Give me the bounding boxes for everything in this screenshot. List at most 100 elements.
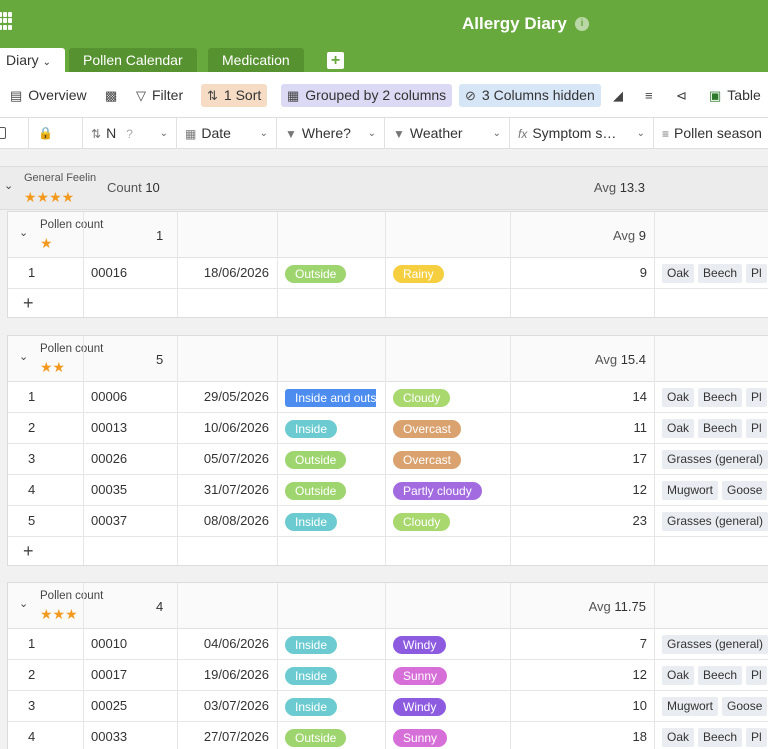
chevron-down-icon[interactable]: ⌄ — [19, 226, 28, 239]
cell-date[interactable]: 27/07/2026 — [178, 722, 269, 749]
cell-pollen-season[interactable]: Mugwort Goose — [662, 691, 768, 721]
select-all-checkbox[interactable] — [0, 118, 29, 149]
cell-pollen-season[interactable]: Oak Beech Pl — [662, 413, 768, 443]
cell-weather[interactable]: Cloudy — [393, 506, 508, 536]
chevron-down-icon[interactable]: ⌄ — [4, 179, 13, 192]
cell-date[interactable]: 18/06/2026 — [178, 258, 269, 288]
lock-icon: ▩ — [105, 88, 118, 103]
cell-date[interactable]: 03/07/2026 — [178, 691, 269, 721]
sort-button[interactable]: ⇅ 1 Sort — [201, 84, 268, 107]
cell-pollen-season[interactable]: Oak Beech Pl — [662, 382, 768, 412]
column-header-where[interactable]: ▼ Where? ⌄ — [277, 118, 385, 149]
cell-symptom-score[interactable]: 7 — [511, 629, 647, 659]
subgroup-pollen-count: ⌄ Pollen count ★★★ 4 Avg 11.75 1 00010 04/06/20… — [7, 582, 768, 749]
cell-date[interactable]: 08/08/2026 — [178, 506, 269, 536]
cell-where[interactable]: Outside — [285, 258, 377, 288]
cell-weather[interactable]: Partly cloudy — [393, 475, 508, 505]
row-height-button[interactable]: ≡ — [639, 84, 665, 107]
table-view-button[interactable]: ▣ Table — [703, 84, 767, 107]
cell-weather[interactable]: Sunny — [393, 722, 508, 749]
cell-date[interactable]: 29/05/2026 — [178, 382, 269, 412]
tab-medication[interactable]: Medication — [208, 48, 304, 72]
cell-where[interactable]: Inside — [285, 413, 377, 443]
cell-where[interactable]: Outside — [285, 444, 377, 474]
cell-pollen-season[interactable]: Grasses (general) — [662, 444, 768, 474]
cell-weather[interactable]: Cloudy — [393, 382, 508, 412]
overview-button[interactable]: ▤ Overview — [4, 84, 93, 107]
cell-n[interactable]: 00026 — [91, 444, 171, 474]
cell-where[interactable]: Inside — [285, 629, 377, 659]
cell-pollen-season[interactable]: Oak Beech Pl — [662, 722, 768, 749]
cell-n[interactable]: 00016 — [91, 258, 171, 288]
where-pill: Outside — [285, 450, 347, 469]
cell-pollen-season[interactable]: Mugwort Goose — [662, 475, 768, 505]
row-index: 1 — [28, 389, 36, 404]
cell-symptom-score[interactable]: 14 — [511, 382, 647, 412]
cell-where[interactable]: Outside — [285, 475, 377, 505]
cell-where[interactable]: Inside — [285, 506, 377, 536]
cell-n[interactable]: 00037 — [91, 506, 171, 536]
cell-weather[interactable]: Windy — [393, 691, 508, 721]
column-header-weather[interactable]: ▼ Weather ⌄ — [385, 118, 510, 149]
group-button[interactable]: ▦ Grouped by 2 columns — [281, 84, 453, 107]
cell-date[interactable]: 10/06/2026 — [178, 413, 269, 443]
cell-date[interactable]: 04/06/2026 — [178, 629, 269, 659]
cell-date[interactable]: 05/07/2026 — [178, 444, 269, 474]
hidden-columns-button[interactable]: ⊘ 3 Columns hidden — [459, 84, 601, 107]
column-divider — [654, 336, 655, 565]
cell-weather[interactable]: Overcast — [393, 444, 508, 474]
cell-n[interactable]: 00033 — [91, 722, 171, 749]
cell-n[interactable]: 00035 — [91, 475, 171, 505]
column-header-date[interactable]: ▦ Date ⌄ — [177, 118, 277, 149]
avg-value: 11.75 — [614, 599, 646, 614]
cell-symptom-score[interactable]: 17 — [511, 444, 647, 474]
cell-symptom-score[interactable]: 10 — [511, 691, 647, 721]
cell-symptom-score[interactable]: 9 — [511, 258, 647, 288]
cell-n[interactable]: 00006 — [91, 382, 171, 412]
cell-symptom-score[interactable]: 11 — [511, 413, 648, 443]
cell-where[interactable]: Inside and outs — [285, 382, 377, 412]
group-header-general-feeling[interactable]: ⌄ General Feelin ★★★★ Count 10 Avg 13.3 — [0, 166, 768, 210]
cell-n[interactable]: 00017 — [91, 660, 171, 690]
app-grid-icon[interactable] — [0, 12, 12, 30]
lock-button[interactable]: ▩ — [99, 84, 129, 107]
chevron-down-icon[interactable]: ⌄ — [19, 597, 28, 610]
cell-n[interactable]: 00013 — [91, 413, 171, 443]
cell-where[interactable]: Outside — [285, 722, 377, 749]
cell-where[interactable]: Inside — [285, 691, 377, 721]
cell-pollen-season[interactable]: Grasses (general) — [662, 629, 768, 659]
column-header-n[interactable]: ⇅ N? ⌄ — [83, 118, 177, 149]
tab-pollen-calendar[interactable]: Pollen Calendar — [69, 48, 197, 72]
cell-symptom-score[interactable]: 18 — [511, 722, 647, 749]
column-header-symptom[interactable]: fx Symptom s… ⌄ — [510, 118, 654, 149]
cell-date[interactable]: 19/06/2026 — [178, 660, 269, 690]
cell-weather[interactable]: Overcast — [393, 413, 508, 443]
cell-pollen-season[interactable]: Grasses (general) — [662, 506, 768, 536]
cell-weather[interactable]: Windy — [393, 629, 508, 659]
share-button[interactable]: ⊲ — [670, 84, 699, 107]
cell-date[interactable]: 31/07/2026 — [178, 475, 269, 505]
add-tab-button[interactable]: + — [327, 52, 344, 69]
cell-symptom-score[interactable]: 23 — [511, 506, 647, 536]
tab-diary[interactable]: Diary ⌄ — [0, 48, 66, 72]
cell-where[interactable]: Inside — [285, 660, 377, 690]
subgroup-label: Pollen count — [40, 219, 104, 231]
weather-pill: Windy — [393, 697, 447, 716]
cell-pollen-season[interactable]: Oak Beech Pl — [662, 258, 768, 288]
chevron-down-icon[interactable]: ⌄ — [19, 350, 28, 363]
info-icon[interactable]: i — [575, 17, 589, 31]
column-header-pollen-season[interactable]: ≡ Pollen season — [654, 118, 768, 149]
share-icon: ⊲ — [676, 88, 687, 103]
cell-symptom-score[interactable]: 12 — [511, 475, 647, 505]
cell-n[interactable]: 00025 — [91, 691, 171, 721]
sort-icon: ⇅ — [207, 88, 218, 103]
column-weather-label: Weather — [409, 125, 463, 141]
lock-column-header[interactable]: 🔒 — [29, 118, 83, 149]
cell-pollen-season[interactable]: Oak Beech Pl — [662, 660, 768, 690]
cell-weather[interactable]: Rainy — [393, 258, 508, 288]
filter-button[interactable]: ▽ Filter — [130, 84, 189, 107]
color-button[interactable]: ◢ — [607, 84, 635, 107]
cell-weather[interactable]: Sunny — [393, 660, 508, 690]
cell-symptom-score[interactable]: 12 — [511, 660, 647, 690]
cell-n[interactable]: 00010 — [91, 629, 171, 659]
